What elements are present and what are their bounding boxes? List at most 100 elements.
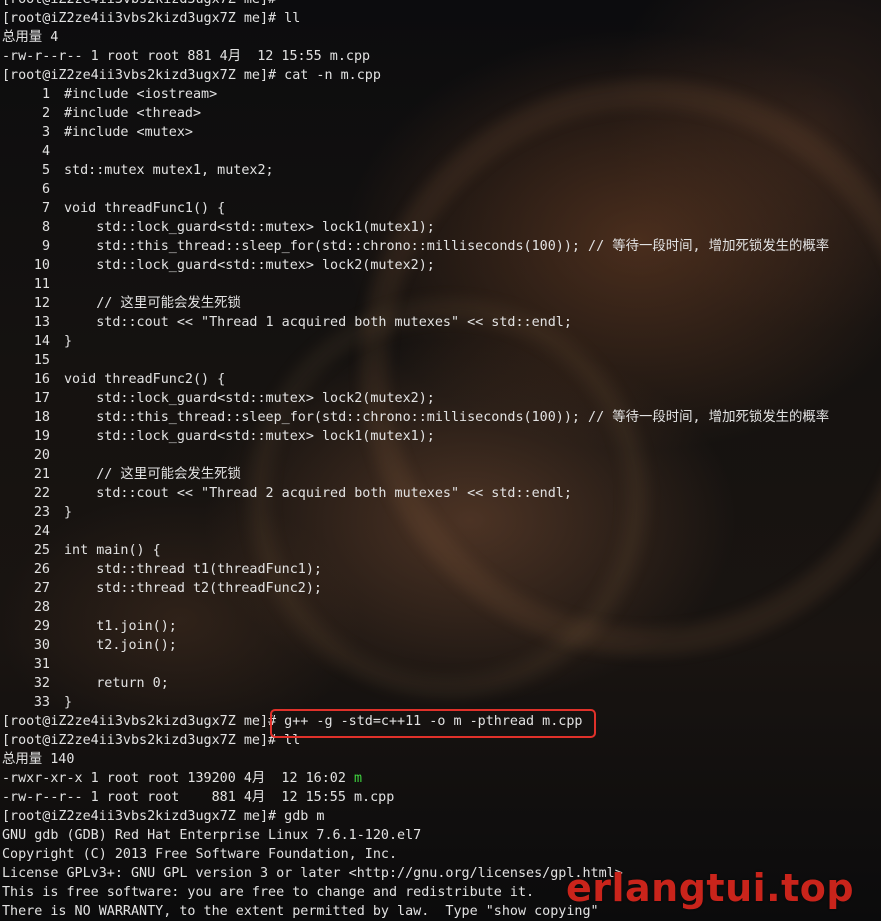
code-text: #include <thread>	[64, 106, 202, 121]
code-text: // 这里可能会发生死锁	[64, 467, 241, 482]
code-text: #include <iostream>	[64, 87, 218, 102]
executable-file-name: m	[354, 771, 363, 786]
code-text: // 这里可能会发生死锁	[64, 296, 241, 311]
code-line: 1 #include <iostream>	[2, 85, 881, 104]
code-text: int main() {	[64, 543, 161, 558]
line-number: 28	[33, 600, 50, 615]
code-text: void threadFunc2() {	[64, 372, 226, 387]
line-number: 11	[33, 277, 50, 292]
line-number: 25	[33, 543, 50, 558]
code-line: 27 std::thread t2(threadFunc2);	[2, 579, 881, 598]
terminal-window[interactable]: [root@iZ2ze4ii3vbs2kizd3ugx7Z me]# [root@…	[0, 0, 881, 921]
code-line: 6	[2, 180, 881, 199]
code-text: std::mutex mutex1, mutex2;	[64, 163, 274, 178]
line-number: 3	[41, 125, 50, 140]
code-line: 23}	[2, 503, 881, 522]
code-text: t1.join();	[64, 619, 177, 634]
line-number: 20	[33, 448, 50, 463]
terminal-line: [root@iZ2ze4ii3vbs2kizd3ugx7Z me]# cat -…	[2, 68, 381, 83]
terminal-line: 总用量 140	[2, 752, 75, 767]
line-number: 21	[33, 467, 50, 482]
terminal-output: [root@iZ2ze4ii3vbs2kizd3ugx7Z me]# [root@…	[2, 0, 881, 921]
code-line: 21 // 这里可能会发生死锁	[2, 465, 881, 484]
line-number: 14	[33, 334, 50, 349]
code-text: std::this_thread::sleep_for(std::chrono:…	[64, 239, 830, 254]
terminal-line: [root@iZ2ze4ii3vbs2kizd3ugx7Z me]# gdb m	[2, 809, 325, 824]
terminal-line: [root@iZ2ze4ii3vbs2kizd3ugx7Z me]#	[2, 0, 881, 9]
line-number: 16	[33, 372, 50, 387]
code-line: 26 std::thread t1(threadFunc1);	[2, 560, 881, 579]
shell-prompt: [root@iZ2ze4ii3vbs2kizd3ugx7Z me]#	[2, 714, 285, 729]
code-line: 7 void threadFunc1() {	[2, 199, 881, 218]
line-number: 23	[33, 505, 50, 520]
line-number: 33	[33, 695, 50, 710]
code-line: 30 t2.join();	[2, 636, 881, 655]
code-line: 18 std::this_thread::sleep_for(std::chro…	[2, 408, 881, 427]
code-line: 15	[2, 351, 881, 370]
code-line: 10 std::lock_guard<std::mutex> lock2(mut…	[2, 256, 881, 275]
line-number: 2	[41, 106, 50, 121]
code-text: std::lock_guard<std::mutex> lock1(mutex1…	[64, 429, 435, 444]
line-number: 15	[33, 353, 50, 368]
code-text: std::thread t2(threadFunc2);	[64, 581, 322, 596]
terminal-line: 总用量 4	[2, 30, 59, 45]
code-line: 2 #include <thread>	[2, 104, 881, 123]
terminal-line: GNU gdb (GDB) Red Hat Enterprise Linux 7…	[2, 828, 422, 843]
line-number: 13	[33, 315, 50, 330]
line-number: 31	[33, 657, 50, 672]
code-text: void threadFunc1() {	[64, 201, 226, 216]
code-text: }	[64, 334, 73, 349]
code-text: std::lock_guard<std::mutex> lock2(mutex2…	[64, 391, 435, 406]
line-number: 7	[41, 201, 50, 216]
line-number: 19	[33, 429, 50, 444]
code-line: 9 std::this_thread::sleep_for(std::chron…	[2, 237, 881, 256]
code-text: std::thread t1(threadFunc1);	[64, 562, 322, 577]
line-number: 6	[41, 182, 50, 197]
line-number: 17	[33, 391, 50, 406]
code-line: 11	[2, 275, 881, 294]
file-listing-line: -rwxr-xr-x 1 root root 139200 4月 12 16:0…	[2, 769, 881, 788]
line-number: 24	[33, 524, 50, 539]
code-line: 22 std::cout << "Thread 2 acquired both …	[2, 484, 881, 503]
line-number: 18	[33, 410, 50, 425]
code-line: 28	[2, 598, 881, 617]
code-line: 8 std::lock_guard<std::mutex> lock1(mute…	[2, 218, 881, 237]
code-line: 32 return 0;	[2, 674, 881, 693]
line-number: 10	[33, 258, 50, 273]
code-text: std::cout << "Thread 1 acquired both mut…	[64, 315, 572, 330]
code-line: 24	[2, 522, 881, 541]
code-line: 4	[2, 142, 881, 161]
code-line: 31	[2, 655, 881, 674]
code-line: 19 std::lock_guard<std::mutex> lock1(mut…	[2, 427, 881, 446]
line-number: 30	[33, 638, 50, 653]
code-line: 14}	[2, 332, 881, 351]
code-text: #include <mutex>	[64, 125, 193, 140]
line-number: 12	[33, 296, 50, 311]
code-text: std::lock_guard<std::mutex> lock2(mutex2…	[64, 258, 435, 273]
code-line: 29 t1.join();	[2, 617, 881, 636]
line-number: 4	[41, 144, 50, 159]
line-number: 5	[41, 163, 50, 178]
line-number: 29	[33, 619, 50, 634]
terminal-line: -rw-r--r-- 1 root root 881 4月 12 15:55 m…	[2, 790, 395, 805]
code-text: t2.join();	[64, 638, 177, 653]
code-text: std::cout << "Thread 2 acquired both mut…	[64, 486, 572, 501]
code-line: 13 std::cout << "Thread 1 acquired both …	[2, 313, 881, 332]
file-listing-text: -rwxr-xr-x 1 root root 139200 4月 12 16:0…	[2, 771, 354, 786]
code-text: return 0;	[64, 676, 169, 691]
watermark: erlangtui.top	[566, 866, 855, 910]
line-number: 32	[33, 676, 50, 691]
line-number: 1	[41, 87, 50, 102]
code-text: std::this_thread::sleep_for(std::chrono:…	[64, 410, 830, 425]
line-number: 8	[41, 220, 50, 235]
code-line: 20	[2, 446, 881, 465]
code-text: }	[64, 505, 73, 520]
code-line: 3 #include <mutex>	[2, 123, 881, 142]
line-number: 26	[33, 562, 50, 577]
code-line: 5 std::mutex mutex1, mutex2;	[2, 161, 881, 180]
compile-command-highlight	[270, 709, 596, 738]
code-text: }	[64, 695, 73, 710]
terminal-line: -rw-r--r-- 1 root root 881 4月 12 15:55 m…	[2, 49, 371, 64]
terminal-line: Copyright (C) 2013 Free Software Foundat…	[2, 847, 398, 862]
line-number: 27	[33, 581, 50, 596]
